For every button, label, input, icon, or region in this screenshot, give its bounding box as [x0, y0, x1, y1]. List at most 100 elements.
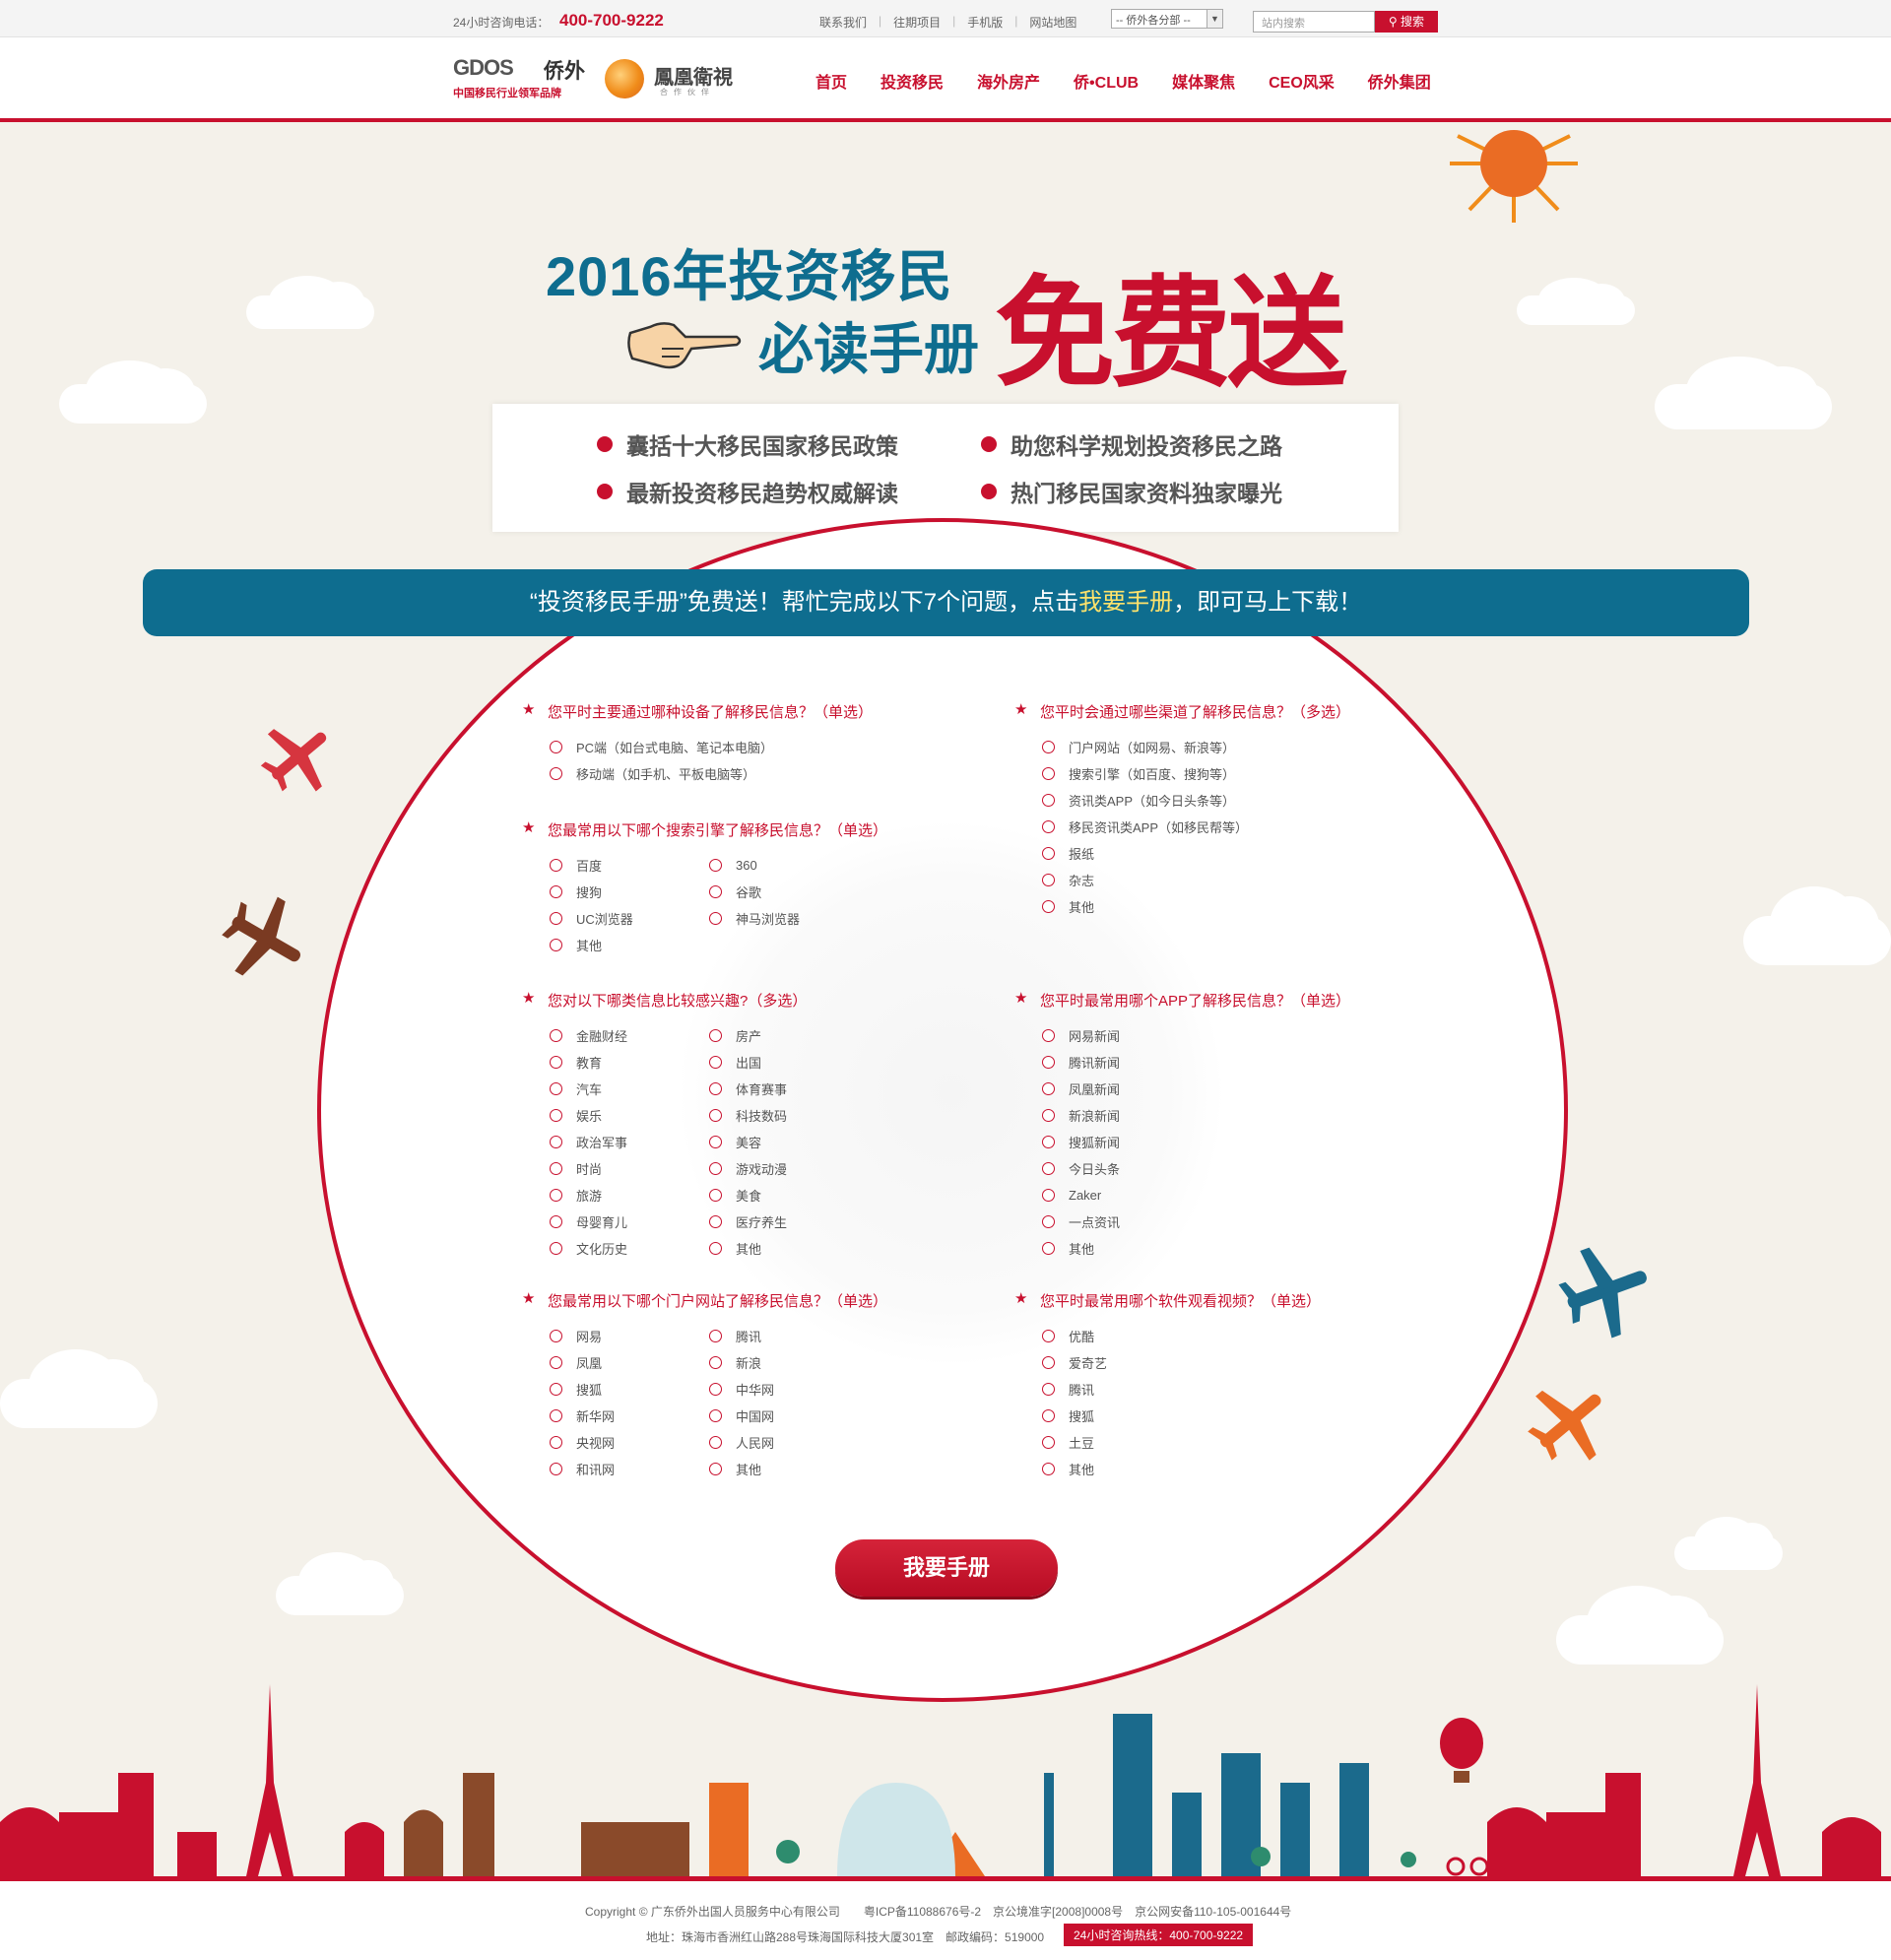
radio-icon[interactable] [550, 1382, 562, 1396]
option-fashion[interactable]: 时尚 [550, 1159, 709, 1177]
radio-icon[interactable] [709, 1028, 722, 1042]
radio-icon[interactable] [709, 1241, 722, 1255]
option-property[interactable]: 房产 [709, 1026, 869, 1044]
radio-icon[interactable] [550, 1188, 562, 1202]
option-finance[interactable]: 金融财经 [550, 1026, 709, 1044]
logo-gdos[interactable]: GDOS [453, 55, 514, 81]
radio-icon[interactable] [1042, 1214, 1055, 1228]
radio-icon[interactable] [1042, 1241, 1055, 1255]
option-games[interactable]: 游戏动漫 [709, 1159, 869, 1177]
radio-icon[interactable] [550, 1055, 562, 1069]
radio-icon[interactable] [1042, 1161, 1055, 1175]
nav-property[interactable]: 海外房产 [977, 69, 1040, 93]
radio-icon[interactable] [1042, 793, 1055, 807]
option-people[interactable]: 人民网 [709, 1433, 869, 1451]
radio-icon[interactable] [1042, 1435, 1055, 1449]
option-portal[interactable]: 门户网站（如网易、新浪等） [1042, 738, 1350, 755]
option-other[interactable]: 其他 [550, 936, 709, 953]
link-mobile[interactable]: 手机版 [967, 14, 1003, 31]
option-other[interactable]: 其他 [709, 1239, 869, 1257]
option-tudou[interactable]: 土豆 [1042, 1433, 1321, 1451]
radio-icon[interactable] [1042, 1081, 1055, 1095]
option-360[interactable]: 360 [709, 856, 869, 874]
option-beauty[interactable]: 美容 [709, 1133, 869, 1150]
option-travel[interactable]: 旅游 [550, 1186, 709, 1204]
option-education[interactable]: 教育 [550, 1053, 709, 1071]
option-search-engine[interactable]: 搜索引擎（如百度、搜狗等） [1042, 764, 1350, 782]
radio-icon[interactable] [550, 1081, 562, 1095]
radio-icon[interactable] [550, 1241, 562, 1255]
nav-investment[interactable]: 投资移民 [880, 69, 944, 93]
radio-icon[interactable] [709, 1161, 722, 1175]
radio-icon[interactable] [1042, 1028, 1055, 1042]
option-toutiao[interactable]: 今日头条 [1042, 1159, 1350, 1177]
link-contact[interactable]: 联系我们 [819, 14, 867, 31]
radio-icon[interactable] [550, 938, 562, 951]
option-hexun[interactable]: 和讯网 [550, 1460, 709, 1477]
option-sina-news[interactable]: 新浪新闻 [1042, 1106, 1350, 1124]
search-button[interactable]: ⚲ 搜索 [1375, 11, 1438, 33]
option-other[interactable]: 其他 [1042, 1460, 1321, 1477]
radio-icon[interactable] [550, 858, 562, 872]
radio-icon[interactable] [1042, 1055, 1055, 1069]
option-magazine[interactable]: 杂志 [1042, 871, 1350, 888]
radio-icon[interactable] [709, 1135, 722, 1148]
radio-icon[interactable] [709, 1435, 722, 1449]
radio-icon[interactable] [709, 1329, 722, 1342]
option-cctv[interactable]: 央视网 [550, 1433, 709, 1451]
option-china-org[interactable]: 中国网 [709, 1406, 869, 1424]
option-ifeng-news[interactable]: 凤凰新闻 [1042, 1079, 1350, 1097]
option-shenma[interactable]: 神马浏览器 [709, 909, 869, 927]
radio-icon[interactable] [550, 1329, 562, 1342]
radio-icon[interactable] [550, 1355, 562, 1369]
radio-icon[interactable] [709, 884, 722, 898]
option-mobile[interactable]: 移动端（如手机、平板电脑等） [550, 764, 873, 782]
radio-icon[interactable] [1042, 899, 1055, 913]
option-sina[interactable]: 新浪 [709, 1353, 869, 1371]
option-food[interactable]: 美食 [709, 1186, 869, 1204]
nav-group[interactable]: 侨外集团 [1368, 69, 1431, 93]
radio-icon[interactable] [1042, 766, 1055, 780]
radio-icon[interactable] [709, 1214, 722, 1228]
get-handbook-button[interactable]: 我要手册 [835, 1539, 1058, 1597]
radio-icon[interactable] [550, 1214, 562, 1228]
option-google[interactable]: 谷歌 [709, 882, 869, 900]
option-news-app[interactable]: 资讯类APP（如今日头条等） [1042, 791, 1350, 809]
option-netease[interactable]: 网易 [550, 1327, 709, 1344]
option-tencent[interactable]: 腾讯 [709, 1327, 869, 1344]
radio-icon[interactable] [550, 740, 562, 753]
radio-icon[interactable] [709, 1055, 722, 1069]
radio-icon[interactable] [1042, 873, 1055, 886]
radio-icon[interactable] [550, 1108, 562, 1122]
radio-icon[interactable] [550, 911, 562, 925]
branch-select[interactable]: -- 侨外各分部 -- ▼ [1111, 9, 1223, 29]
option-parenting[interactable]: 母婴育儿 [550, 1212, 709, 1230]
radio-icon[interactable] [550, 1462, 562, 1475]
nav-home[interactable]: 首页 [815, 69, 847, 93]
radio-icon[interactable] [709, 858, 722, 872]
link-past-projects[interactable]: 往期项目 [893, 14, 941, 31]
option-sohu-video[interactable]: 搜狐 [1042, 1406, 1321, 1424]
search-input[interactable]: 站内搜索 [1253, 11, 1375, 33]
radio-icon[interactable] [1042, 740, 1055, 753]
option-sogou[interactable]: 搜狗 [550, 882, 709, 900]
nav-club[interactable]: 侨•CLUB [1074, 69, 1139, 93]
radio-icon[interactable] [1042, 846, 1055, 860]
option-culture[interactable]: 文化历史 [550, 1239, 709, 1257]
radio-icon[interactable] [550, 1161, 562, 1175]
radio-icon[interactable] [1042, 1408, 1055, 1422]
option-tencent-video[interactable]: 腾讯 [1042, 1380, 1321, 1398]
radio-icon[interactable] [709, 1462, 722, 1475]
radio-icon[interactable] [550, 884, 562, 898]
option-yidian[interactable]: 一点资讯 [1042, 1212, 1350, 1230]
option-other[interactable]: 其他 [1042, 897, 1350, 915]
logo-qiaowai[interactable]: 侨外 [544, 55, 585, 85]
radio-icon[interactable] [1042, 1108, 1055, 1122]
option-tech[interactable]: 科技数码 [709, 1106, 869, 1124]
radio-icon[interactable] [550, 1408, 562, 1422]
option-entertainment[interactable]: 娱乐 [550, 1106, 709, 1124]
option-other[interactable]: 其他 [709, 1460, 869, 1477]
radio-icon[interactable] [1042, 1329, 1055, 1342]
option-uc[interactable]: UC浏览器 [550, 909, 709, 927]
radio-icon[interactable] [709, 1188, 722, 1202]
